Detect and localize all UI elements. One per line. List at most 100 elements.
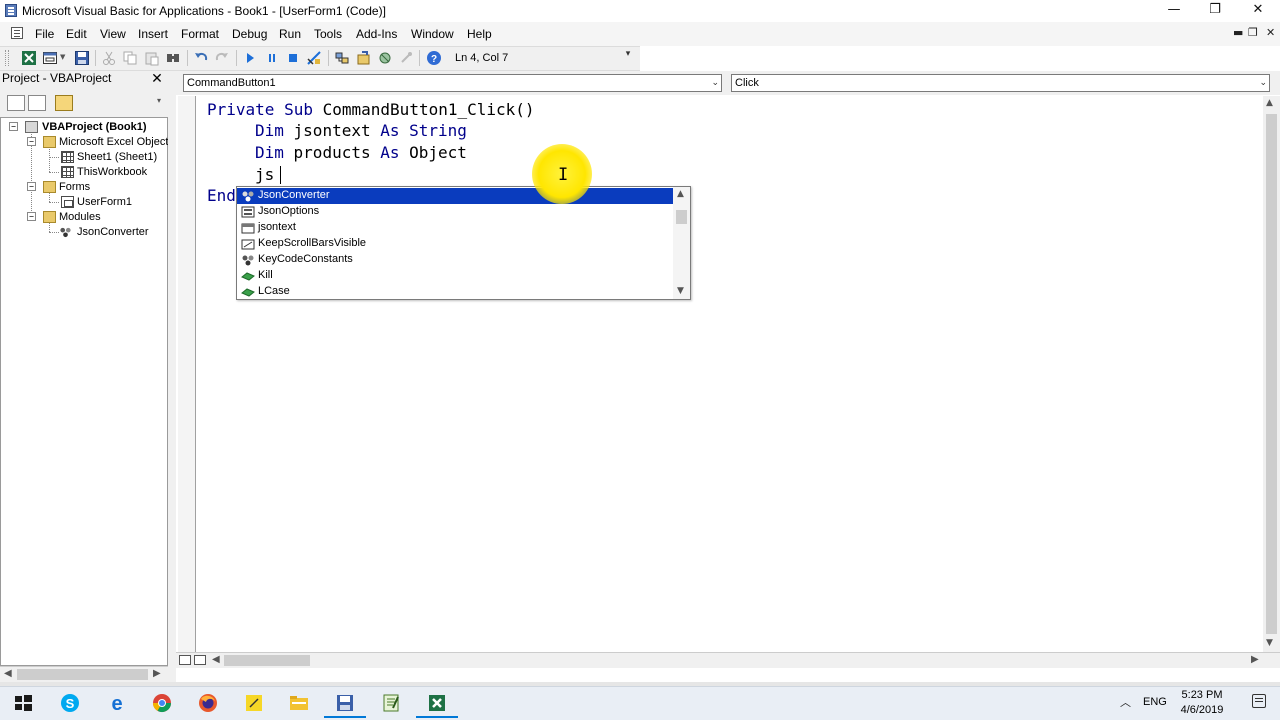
toolbar-options-icon[interactable]: ▾ <box>623 48 633 68</box>
code-line-4[interactable]: js <box>255 165 274 185</box>
pane-splitter[interactable] <box>168 71 176 682</box>
expand-modules-toggle[interactable]: − <box>27 212 36 221</box>
tree-item-sheet1[interactable]: Sheet1 (Sheet1) <box>77 151 157 163</box>
minimize-button[interactable]: — <box>1152 0 1196 22</box>
autocomplete-list[interactable]: JsonConverter JsonOptions jsontext KeepS… <box>236 186 691 300</box>
start-button[interactable] <box>0 688 46 718</box>
menu-insert[interactable]: Insert <box>138 27 168 41</box>
taskbar-excel[interactable] <box>414 688 460 718</box>
save-icon[interactable] <box>74 50 90 66</box>
menu-add-ins[interactable]: Add-Ins <box>356 27 397 41</box>
code-window-icon[interactable] <box>11 27 23 39</box>
autocomplete-item[interactable]: Kill <box>237 268 674 284</box>
code-horizontal-scrollbar[interactable] <box>176 652 1280 668</box>
insert-userform-icon[interactable] <box>42 50 58 66</box>
toolbar-grip[interactable] <box>5 50 9 66</box>
code-line-3[interactable]: Dim products As Object <box>255 143 467 163</box>
scroll-right-icon[interactable]: ▶ <box>153 668 161 679</box>
tree-item-thisworkbook[interactable]: ThisWorkbook <box>77 166 147 178</box>
scroll-left-icon[interactable]: ◀ <box>4 668 12 679</box>
project-horizontal-scrollbar[interactable] <box>0 666 168 682</box>
cut-icon[interactable] <box>101 50 117 66</box>
autocomplete-item[interactable]: LCase <box>237 284 674 300</box>
code-vertical-scrollbar[interactable] <box>1263 96 1280 652</box>
child-minimize-button[interactable]: ▬ <box>1233 26 1243 39</box>
copy-icon[interactable] <box>122 50 138 66</box>
code-line-1[interactable]: Private Sub CommandButton1_Click() <box>207 100 535 120</box>
procedure-combo[interactable]: Click ⌄ <box>731 74 1270 92</box>
taskbar-chrome[interactable] <box>139 688 185 718</box>
taskbar-vba-editor[interactable] <box>322 688 368 718</box>
input-language-indicator[interactable]: ENG <box>1143 696 1167 708</box>
menu-debug[interactable]: Debug <box>232 27 267 41</box>
break-icon[interactable] <box>264 50 280 66</box>
tree-item-excel-objects[interactable]: Microsoft Excel Objects <box>59 136 174 148</box>
find-icon[interactable] <box>165 50 181 66</box>
taskbar-sticky-notes[interactable] <box>231 688 277 718</box>
tree-item-userform1[interactable]: UserForm1 <box>77 196 132 208</box>
view-object-button[interactable] <box>28 95 46 111</box>
tree-item-jsonconverter[interactable]: JsonConverter <box>77 226 149 238</box>
autocomplete-item[interactable]: KeepScrollBarsVisible <box>237 236 674 252</box>
taskbar-firefox[interactable] <box>185 688 231 718</box>
scrollbar-thumb[interactable] <box>676 210 687 224</box>
scroll-left-icon[interactable]: ◀ <box>212 654 220 665</box>
help-icon[interactable]: ? <box>426 50 442 66</box>
child-restore-button[interactable]: ❐ <box>1248 26 1258 39</box>
design-mode-icon[interactable] <box>306 50 322 66</box>
procedure-view-button[interactable] <box>179 655 191 665</box>
autocomplete-item[interactable]: jsontext <box>237 220 674 236</box>
clock[interactable]: 5:23 PM 4/6/2019 <box>1166 688 1238 718</box>
properties-icon[interactable] <box>356 50 372 66</box>
excel-icon[interactable] <box>21 50 37 66</box>
tree-item-modules[interactable]: Modules <box>59 211 101 223</box>
undo-icon[interactable] <box>193 50 209 66</box>
scrollbar-thumb[interactable] <box>17 669 148 680</box>
show-hidden-icons-icon[interactable]: ︿ <box>1120 694 1131 710</box>
project-explorer-icon[interactable] <box>334 50 350 66</box>
code-margin-indicator-bar[interactable] <box>178 96 196 652</box>
scroll-down-icon[interactable]: ▼ <box>677 286 684 296</box>
tree-item-vbaproject[interactable]: VBAProject (Book1) <box>42 121 147 133</box>
menu-file[interactable]: File <box>35 27 54 41</box>
code-line-2[interactable]: Dim jsontext As String <box>255 121 467 141</box>
autocomplete-item[interactable]: JsonOptions <box>237 204 674 220</box>
scrollbar-thumb[interactable] <box>1266 114 1277 634</box>
autocomplete-item[interactable]: KeyCodeConstants <box>237 252 674 268</box>
menu-tools[interactable]: Tools <box>314 27 342 41</box>
object-combo[interactable]: CommandButton1 ⌄ <box>183 74 722 92</box>
menu-edit[interactable]: Edit <box>66 27 87 41</box>
taskbar-file-explorer[interactable] <box>276 688 322 718</box>
paste-icon[interactable] <box>144 50 160 66</box>
project-toolbar-overflow-icon[interactable]: ▾ <box>157 96 161 105</box>
scroll-up-icon[interactable]: ▲ <box>677 189 684 199</box>
autocomplete-item[interactable]: JsonConverter <box>237 188 674 204</box>
toolbox-icon[interactable] <box>398 50 414 66</box>
reset-icon[interactable] <box>285 50 301 66</box>
scrollbar-thumb[interactable] <box>224 655 310 666</box>
code-editor[interactable] <box>197 96 1263 652</box>
project-explorer-close-button[interactable]: ✕ <box>149 71 165 87</box>
view-code-button[interactable] <box>7 95 25 111</box>
run-icon[interactable] <box>242 50 258 66</box>
menu-format[interactable]: Format <box>181 27 219 41</box>
taskbar-edge[interactable]: e <box>94 688 140 718</box>
action-center-icon[interactable] <box>1252 694 1266 708</box>
close-button[interactable]: ✕ <box>1236 0 1280 22</box>
redo-icon[interactable] <box>214 50 230 66</box>
menu-run[interactable]: Run <box>279 27 301 41</box>
insert-dropdown-icon[interactable]: ▼ <box>60 53 65 61</box>
full-module-view-button[interactable] <box>194 655 206 665</box>
expand-excel-objects-toggle[interactable]: − <box>27 137 36 146</box>
toggle-folders-button[interactable] <box>55 95 73 111</box>
autocomplete-scrollbar[interactable] <box>673 187 690 299</box>
vba-app-icon[interactable] <box>5 4 17 17</box>
expand-vbaproject-toggle[interactable]: − <box>9 122 18 131</box>
menu-help[interactable]: Help <box>467 27 492 41</box>
scroll-up-icon[interactable]: ▲ <box>1266 98 1273 108</box>
object-browser-icon[interactable] <box>377 50 393 66</box>
scroll-right-icon[interactable]: ▶ <box>1251 654 1259 665</box>
taskbar-skype[interactable]: S <box>47 688 93 718</box>
menu-view[interactable]: View <box>100 27 126 41</box>
child-close-button[interactable]: ✕ <box>1266 26 1275 39</box>
